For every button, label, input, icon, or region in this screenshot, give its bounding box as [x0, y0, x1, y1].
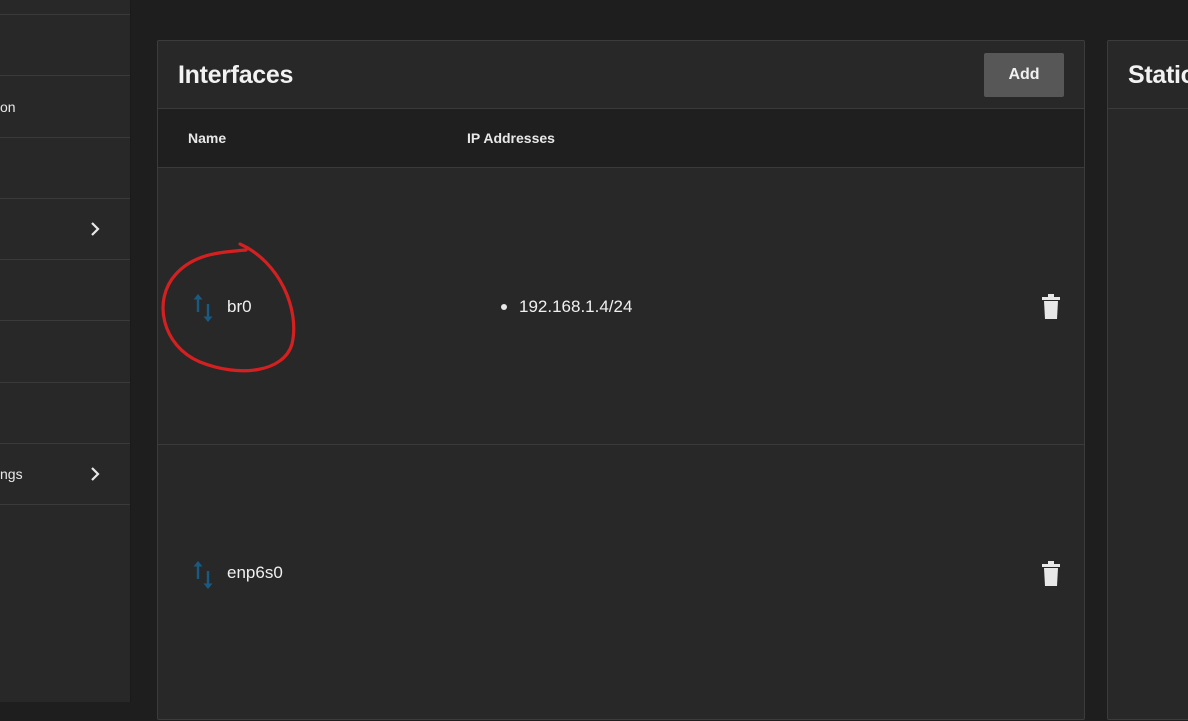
sidebar-item[interactable]: on — [0, 77, 130, 138]
interfaces-card: Interfaces Add Name IP Addresses br0 192… — [157, 40, 1085, 720]
sidebar: on ngs — [0, 0, 131, 702]
table-row[interactable]: enp6s0 — [158, 445, 1084, 721]
column-header-name[interactable]: Name — [188, 130, 226, 146]
card-title: Interfaces — [178, 61, 294, 89]
delete-icon[interactable] — [1041, 294, 1061, 320]
card-title: Static — [1128, 61, 1188, 89]
sidebar-item-label: on — [0, 99, 16, 115]
interface-name: enp6s0 — [227, 563, 283, 582]
sidebar-item[interactable] — [0, 138, 130, 199]
column-header-ip-addresses[interactable]: IP Addresses — [467, 130, 555, 146]
static-routes-card: Static — [1107, 40, 1188, 720]
sidebar-item-expandable[interactable]: ngs — [0, 444, 130, 505]
list-bullet — [501, 304, 507, 310]
interface-name: br0 — [227, 297, 252, 316]
add-interface-button[interactable]: Add — [984, 53, 1064, 97]
sidebar-item[interactable] — [0, 15, 130, 76]
sidebar-item[interactable] — [0, 322, 130, 383]
table-row[interactable]: br0 192.168.1.4/24 — [158, 168, 1084, 445]
sidebar-item[interactable] — [0, 383, 130, 444]
delete-icon[interactable] — [1041, 561, 1061, 587]
ip-address: 192.168.1.4/24 — [519, 297, 633, 316]
swap-vert-icon — [193, 294, 213, 322]
divider — [1108, 108, 1188, 109]
sidebar-item[interactable] — [0, 0, 130, 15]
chevron-right-icon — [91, 222, 100, 236]
swap-vert-icon — [193, 561, 213, 589]
table-header: Name IP Addresses — [158, 108, 1084, 168]
sidebar-item[interactable] — [0, 260, 130, 321]
sidebar-item-expandable[interactable] — [0, 199, 130, 260]
chevron-right-icon — [91, 467, 100, 481]
sidebar-item-label: ngs — [0, 466, 23, 482]
